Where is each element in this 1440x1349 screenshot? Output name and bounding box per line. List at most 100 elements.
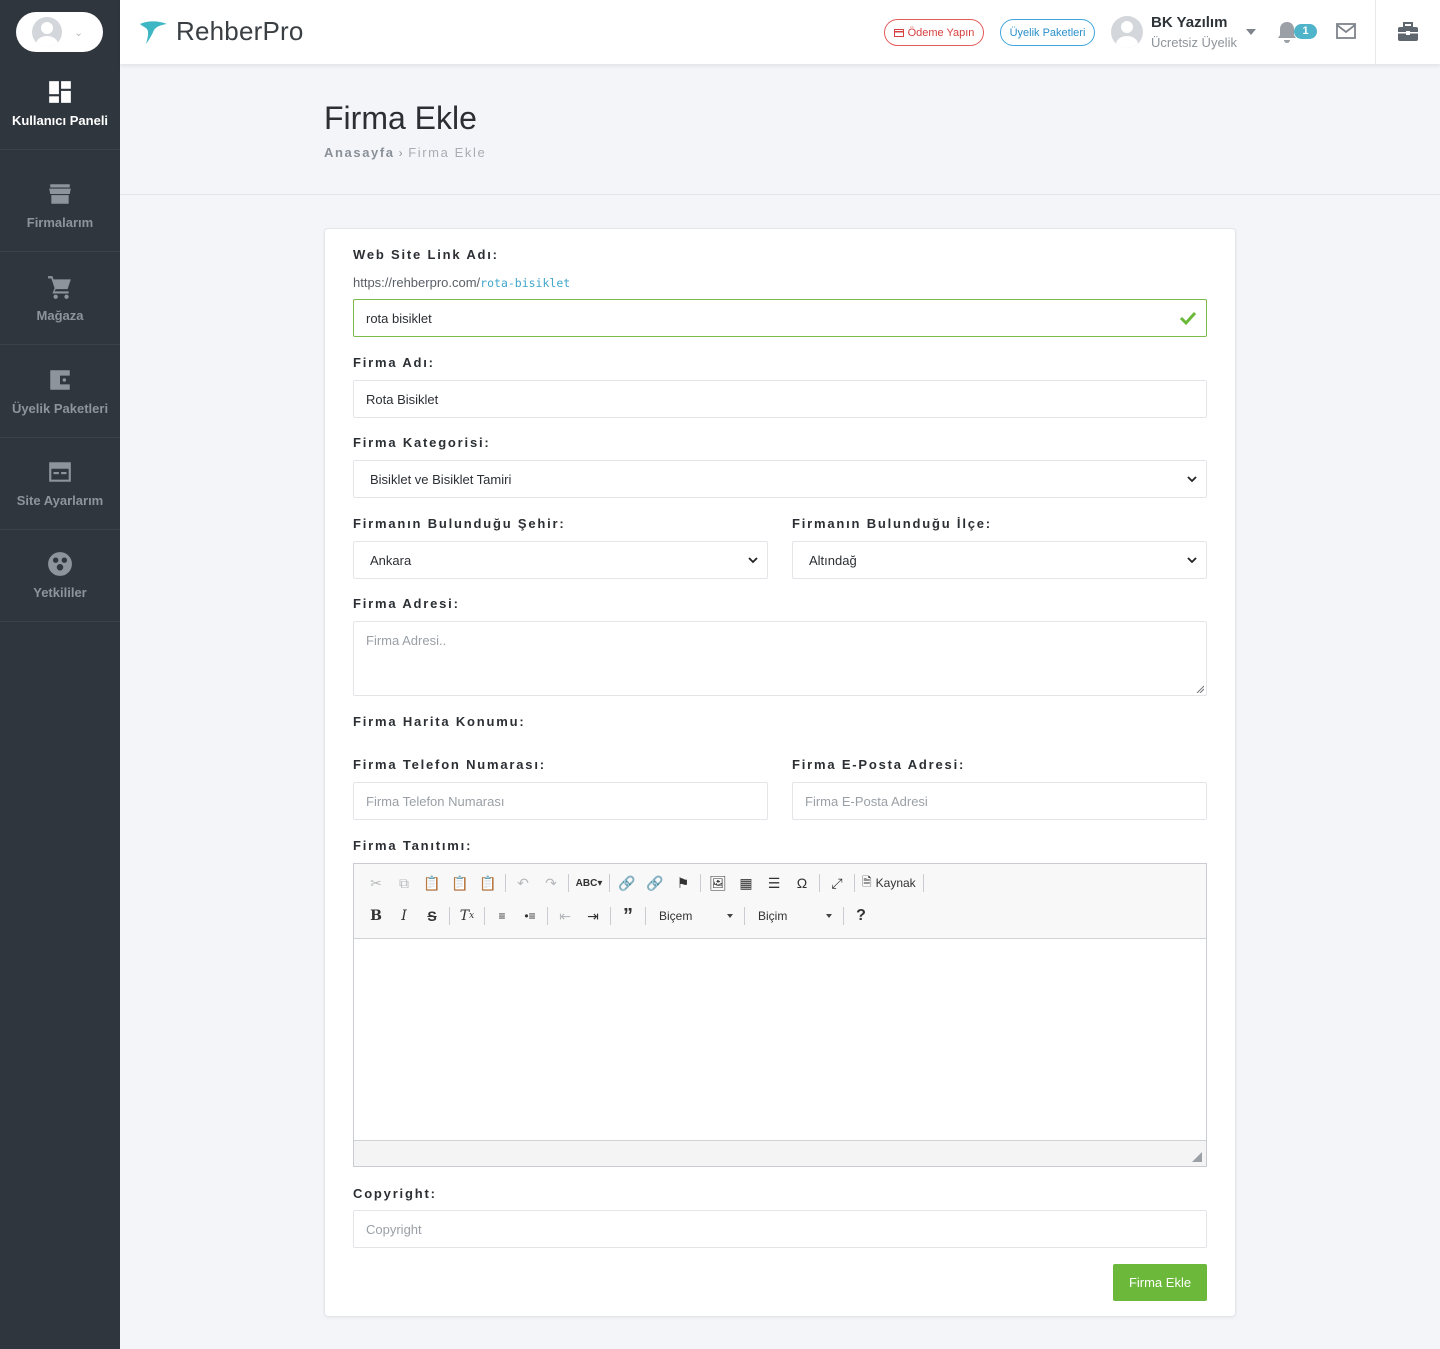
bulleted-list-icon[interactable]: •≡ (516, 903, 544, 929)
divider (744, 907, 745, 925)
brand-name: RehberPro (176, 16, 304, 46)
editor-content-area[interactable] (354, 939, 1206, 1140)
table-icon[interactable]: ▦ (732, 870, 760, 896)
resize-grip-icon[interactable] (1196, 685, 1204, 693)
paste-icon[interactable]: 📋 (418, 870, 446, 896)
url-preview: https://rehberpro.com/rota-bisiklet (353, 275, 570, 290)
category-select-value: Bisiklet ve Bisiklet Tamiri (370, 471, 512, 487)
copy-icon[interactable]: ⧉ (390, 870, 418, 896)
sidebar-item-label: Üyelik Paketleri (11, 401, 109, 416)
editor-toolbar-row-2: B I S Tx ≡ •≡ ⇤ ⇥ ” Biçem Biçim ? (362, 903, 875, 929)
divider (568, 874, 569, 892)
firm-form-card: Web Site Link Adı: https://rehberpro.com… (324, 228, 1236, 1317)
wallet-icon (50, 370, 70, 390)
paste-word-icon[interactable]: 📋 (474, 870, 502, 896)
format-combo-value: Biçim (758, 909, 788, 923)
name-input[interactable]: Rota Bisiklet (353, 380, 1207, 418)
outdent-icon[interactable]: ⇤ (551, 903, 579, 929)
sidebar-item-label: Site Ayarlarım (16, 493, 104, 508)
strikethrough-icon[interactable]: S (418, 903, 446, 929)
bird-logo-icon (140, 20, 167, 44)
city-select[interactable]: Ankara (353, 541, 768, 579)
submit-button-label: Firma Ekle (1128, 1275, 1192, 1290)
editor-toolbar-row-1: ✂ ⧉ 📋 📋 📋 ↶ ↷ ABC▾ 🔗 🔗 ⚑ 🖼 ▦ ☰ Ω ⤢ 🗎 Kay… (362, 870, 927, 896)
sidebar-item-packages[interactable]: Üyelik Paketleri (0, 346, 120, 438)
undo-icon[interactable]: ↶ (509, 870, 537, 896)
browser-icon (49, 462, 71, 482)
unlink-icon[interactable]: 🔗 (641, 870, 669, 896)
mail-icon[interactable] (1336, 23, 1356, 39)
phone-placeholder: Firma Telefon Numarası (366, 793, 505, 809)
district-label: Firmanın Bulunduğu İlçe: (792, 516, 992, 531)
italic-icon[interactable]: I (390, 903, 418, 929)
brand-logo[interactable]: RehberPro (138, 16, 304, 47)
cut-icon[interactable]: ✂ (362, 870, 390, 896)
paste-text-icon[interactable]: 📋 (446, 870, 474, 896)
copyright-placeholder: Copyright (366, 1221, 422, 1237)
rich-text-editor: ✂ ⧉ 📋 📋 📋 ↶ ↷ ABC▾ 🔗 🔗 ⚑ 🖼 ▦ ☰ Ω ⤢ 🗎 Kay… (353, 863, 1207, 1167)
category-label: Firma Kategorisi: (353, 435, 491, 450)
phone-input[interactable]: Firma Telefon Numarası (353, 782, 768, 820)
divider (484, 907, 485, 925)
link-input[interactable]: rota bisiklet (353, 299, 1207, 337)
indent-icon[interactable]: ⇥ (579, 903, 607, 929)
redo-icon[interactable]: ↷ (537, 870, 565, 896)
breadcrumb-current: Firma Ekle (408, 145, 487, 160)
link-icon[interactable]: 🔗 (613, 870, 641, 896)
user-menu-toggle[interactable]: ⌄ (16, 12, 103, 52)
caret-down-icon[interactable] (1246, 29, 1256, 35)
submit-button[interactable]: Firma Ekle (1113, 1264, 1207, 1301)
special-char-icon[interactable]: Ω (788, 870, 816, 896)
page-header: Firma Ekle Anasayfa › Firma Ekle (120, 64, 1440, 195)
packages-button[interactable]: Üyelik Paketleri (1000, 19, 1095, 46)
divider (610, 907, 611, 925)
sidebar-item-store[interactable]: Mağaza (0, 253, 120, 345)
email-label: Firma E-Posta Adresi: (792, 757, 966, 772)
blockquote-icon[interactable]: ” (614, 903, 642, 929)
breadcrumb-home[interactable]: Anasayfa (324, 145, 395, 160)
user-profile[interactable]: BK Yazılım Ücretsiz Üyelik (1111, 14, 1237, 50)
phone-label: Firma Telefon Numarası: (353, 757, 546, 772)
source-icon: 🗎 (862, 874, 872, 889)
cart-icon (48, 276, 71, 299)
top-bar: RehberPro Ödeme Yapın Üyelik Paketleri B… (120, 0, 1440, 64)
chevron-down-icon (748, 557, 758, 564)
user-plan: Ücretsiz Üyelik (1151, 35, 1237, 50)
help-icon[interactable]: ? (847, 903, 875, 929)
sidebar-item-dashboard[interactable]: Kullanıcı Paneli (0, 58, 120, 150)
divider (700, 874, 701, 892)
avatar (32, 17, 62, 47)
sidebar: ⌄ Kullanıcı Paneli Firmalarım Mağaza Üye… (0, 0, 120, 1349)
sidebar-item-firms[interactable]: Firmalarım (0, 160, 120, 252)
pay-button[interactable]: Ödeme Yapın (884, 19, 984, 46)
category-select[interactable]: Bisiklet ve Bisiklet Tamiri (353, 460, 1207, 498)
horizontal-rule-icon[interactable]: ☰ (760, 870, 788, 896)
style-combo[interactable]: Biçem (649, 903, 741, 929)
copyright-input[interactable]: Copyright (353, 1210, 1207, 1248)
source-button[interactable]: 🗎 Kaynak (858, 870, 920, 896)
page-title: Firma Ekle (324, 100, 477, 136)
remove-format-icon[interactable]: Tx (453, 903, 481, 929)
sidebar-item-label: Firmalarım (26, 215, 94, 230)
copyright-label: Copyright: (353, 1186, 437, 1201)
divider (843, 907, 844, 925)
image-icon[interactable]: 🖼 (704, 870, 732, 896)
district-select[interactable]: Altındağ (792, 541, 1207, 579)
maximize-icon[interactable]: ⤢ (823, 870, 851, 896)
url-slug: rota-bisiklet (480, 276, 571, 290)
resize-grip-icon[interactable] (1192, 1152, 1202, 1162)
briefcase-icon[interactable] (1397, 22, 1419, 42)
email-input[interactable]: Firma E-Posta Adresi (792, 782, 1207, 820)
sidebar-item-authorized[interactable]: Yetkililer (0, 530, 120, 622)
city-select-value: Ankara (370, 552, 412, 568)
anchor-flag-icon[interactable]: ⚑ (669, 870, 697, 896)
divider (922, 874, 924, 892)
spellcheck-icon[interactable]: ABC▾ (572, 870, 606, 896)
name-label: Firma Adı: (353, 355, 435, 370)
sidebar-item-site-settings[interactable]: Site Ayarlarım (0, 438, 120, 530)
address-textarea[interactable]: Firma Adresi.. (353, 621, 1207, 696)
bold-icon[interactable]: B (362, 903, 390, 929)
notification-badge: 1 (1294, 24, 1317, 39)
numbered-list-icon[interactable]: ≡ (488, 903, 516, 929)
format-combo[interactable]: Biçim (748, 903, 840, 929)
